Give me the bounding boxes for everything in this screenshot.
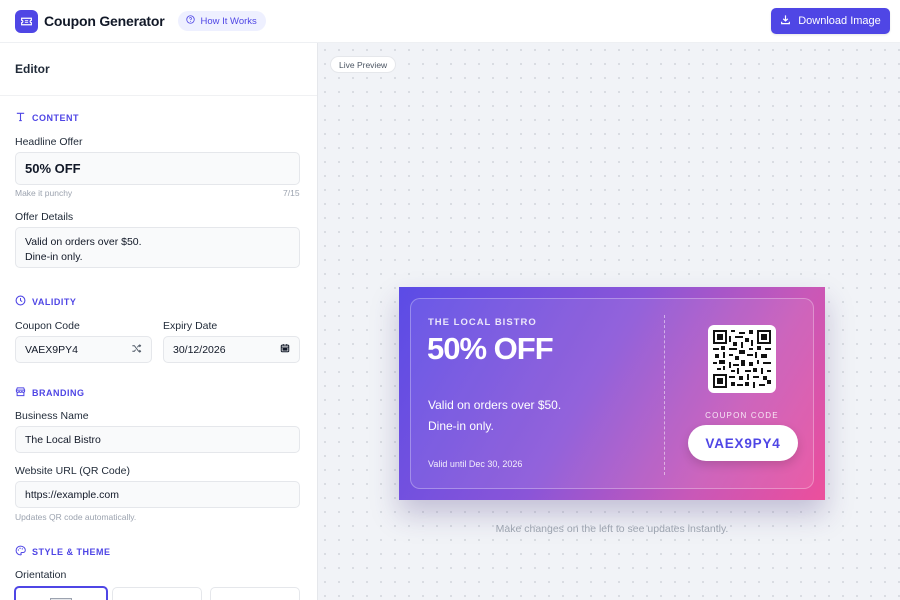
expiry-date-label: Expiry Date xyxy=(163,320,218,332)
section-style-title: STYLE & THEME xyxy=(32,546,111,557)
details-textarea[interactable]: Valid on orders over $50. Dine-in only. xyxy=(15,227,300,268)
calendar-icon[interactable] xyxy=(280,343,290,356)
coupon-divider xyxy=(664,315,665,475)
coupon-business-name: THE LOCAL BISTRO xyxy=(428,317,537,328)
shuffle-code-button[interactable] xyxy=(122,336,152,363)
help-circle-icon xyxy=(186,15,196,27)
details-label: Offer Details xyxy=(15,211,74,223)
headline-input[interactable]: 50% OFF xyxy=(15,152,300,185)
coupon-code-label: COUPON CODE xyxy=(705,411,779,420)
app-header: Coupon Generator How It Works Download I… xyxy=(0,0,900,43)
clock-icon xyxy=(15,295,26,308)
how-it-works-button[interactable]: How It Works xyxy=(178,11,266,31)
coupon-code-label: Coupon Code xyxy=(15,320,80,332)
section-branding-title: BRANDING xyxy=(32,387,85,398)
section-style-theme: STYLE & THEME xyxy=(15,545,111,558)
coupon-code-input[interactable]: VAEX9PY4 xyxy=(15,336,123,363)
coupon-details: Valid on orders over $50. Dine-in only. xyxy=(428,398,562,433)
editor-sidebar: Editor CONTENT Headline Offer 50% OFF Ma… xyxy=(0,43,318,600)
section-content: CONTENT xyxy=(15,111,79,124)
orientation-square-option[interactable] xyxy=(112,587,202,600)
coupon-headline: 50% OFF xyxy=(427,331,554,366)
store-icon xyxy=(15,386,26,399)
editor-title: Editor xyxy=(0,43,317,96)
coupon-valid-until: Valid until Dec 30, 2026 xyxy=(428,459,523,469)
app-title: Coupon Generator xyxy=(44,13,165,29)
orientation-portrait-option[interactable] xyxy=(210,587,300,600)
qr-code-icon xyxy=(708,325,776,393)
headline-hint: Make it punchy xyxy=(15,188,73,198)
section-content-title: CONTENT xyxy=(32,112,79,123)
preview-hint: Make changes on the left to see updates … xyxy=(495,523,729,535)
coupon-inner-frame: THE LOCAL BISTRO 50% OFF Valid on orders… xyxy=(410,298,814,489)
coupon-card: THE LOCAL BISTRO 50% OFF Valid on orders… xyxy=(399,287,825,500)
download-icon xyxy=(780,14,791,28)
palette-icon xyxy=(15,545,26,558)
coupon-code-pill: VAEX9PY4 xyxy=(688,425,798,461)
how-it-works-label: How It Works xyxy=(200,15,257,27)
headline-label: Headline Offer xyxy=(15,136,83,148)
preview-area: Live Preview THE LOCAL BISTRO 50% OFF Va… xyxy=(318,43,900,600)
section-validity: VALIDITY xyxy=(15,295,76,308)
orientation-landscape-option[interactable] xyxy=(14,586,108,600)
headline-char-count: 7/15 xyxy=(283,188,300,198)
text-icon xyxy=(15,111,26,124)
expiry-date-input[interactable]: 30/12/2026 xyxy=(163,336,300,363)
orientation-label: Orientation xyxy=(15,569,67,581)
website-url-hint: Updates QR code automatically. xyxy=(15,512,137,522)
business-name-input[interactable]: The Local Bistro xyxy=(15,426,300,453)
live-preview-badge: Live Preview xyxy=(330,56,397,73)
download-label: Download Image xyxy=(798,15,881,27)
ticket-icon xyxy=(15,9,38,33)
download-image-button[interactable]: Download Image xyxy=(771,8,890,34)
expiry-date-value: 30/12/2026 xyxy=(173,343,226,356)
section-validity-title: VALIDITY xyxy=(32,296,77,307)
website-url-label: Website URL (QR Code) xyxy=(15,465,130,477)
section-branding: BRANDING xyxy=(15,386,85,399)
shuffle-icon xyxy=(131,341,142,359)
business-name-label: Business Name xyxy=(15,410,89,422)
website-url-input[interactable]: https://example.com xyxy=(15,481,300,508)
